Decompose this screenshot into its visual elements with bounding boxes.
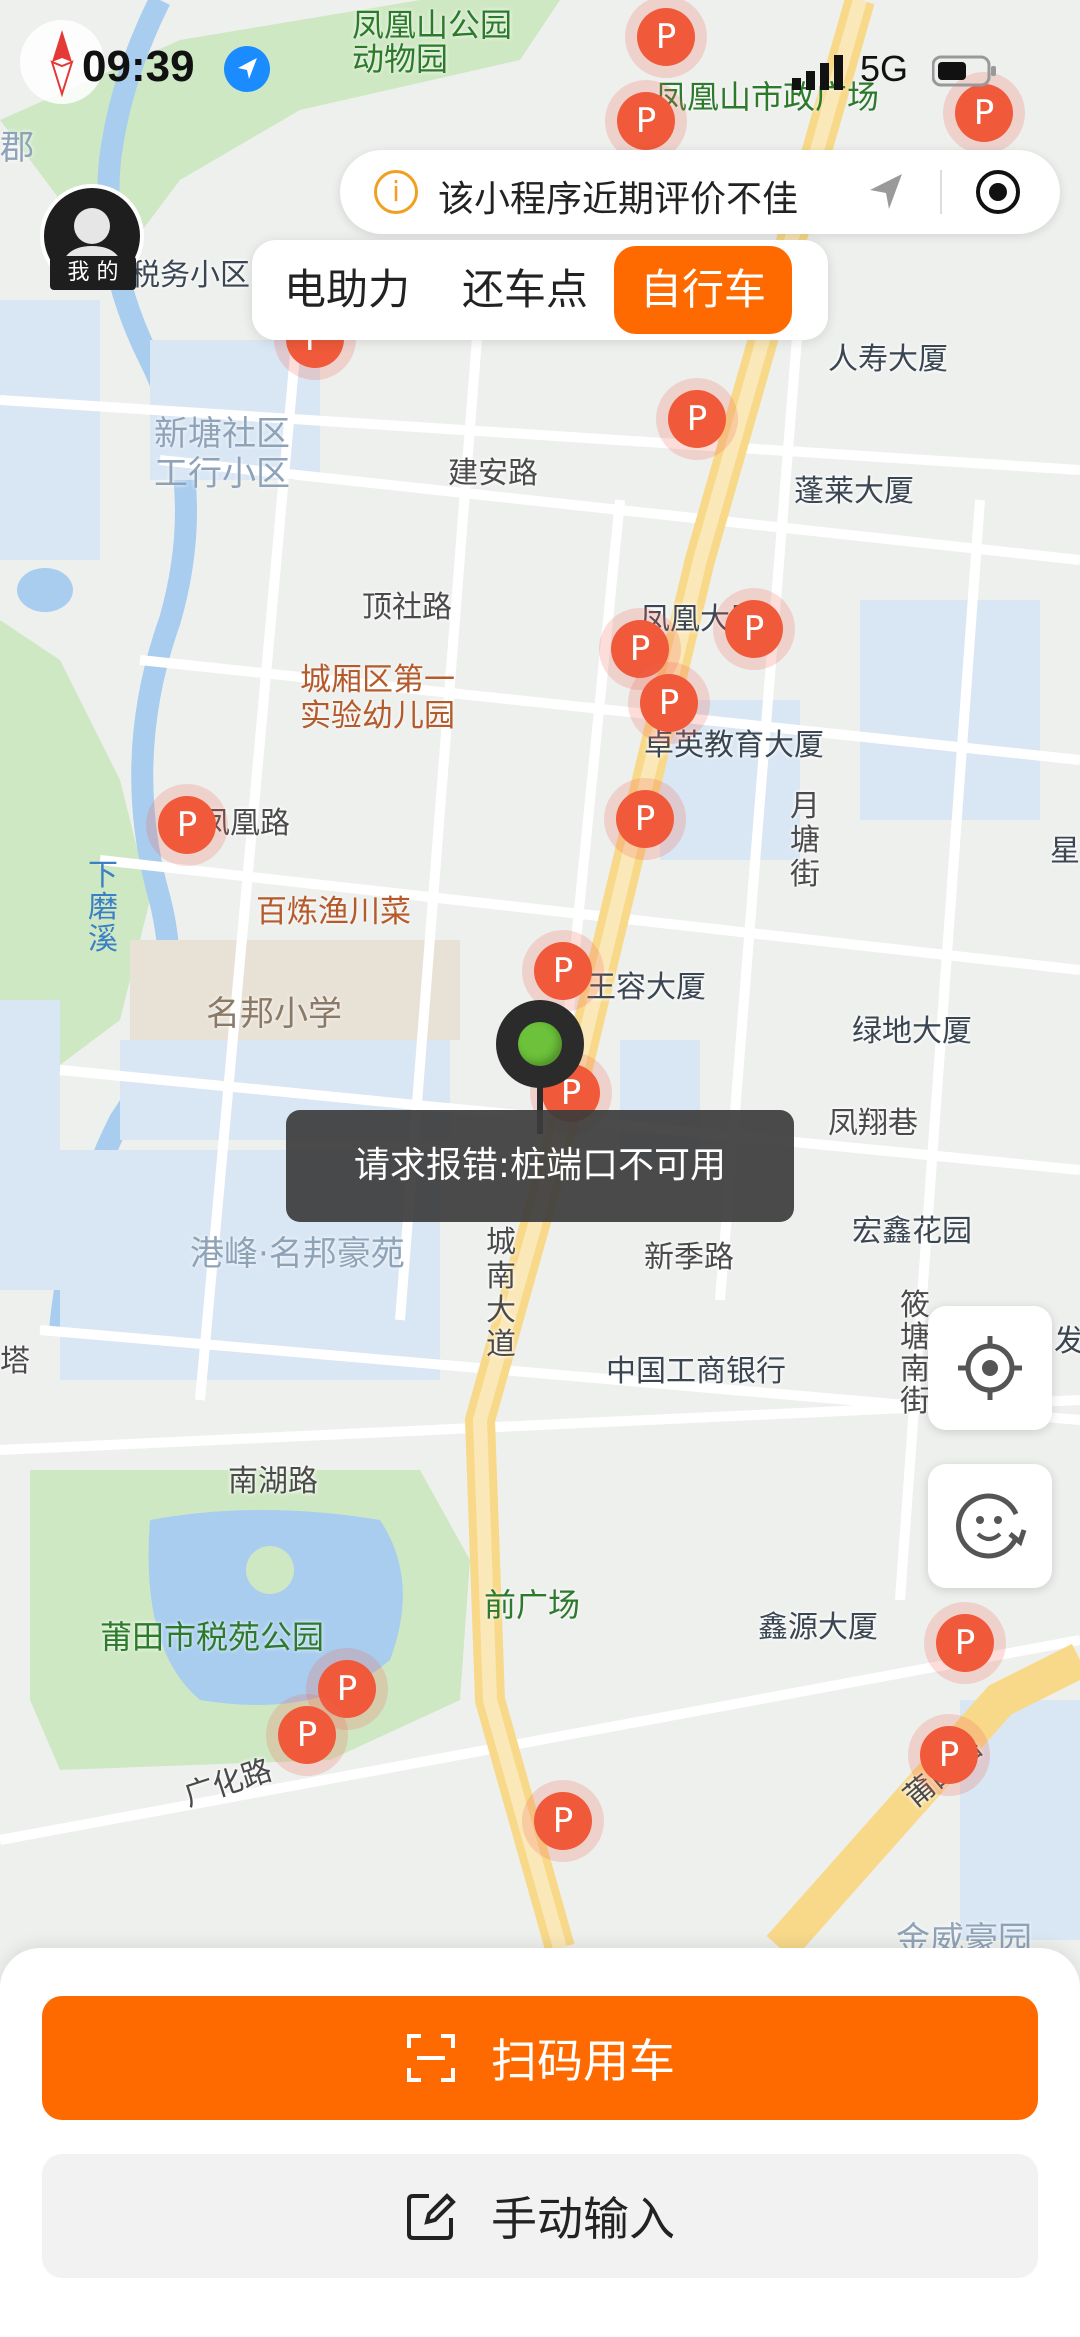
- tab-ebike[interactable]: 电助力: [258, 246, 436, 334]
- navigation-icon[interactable]: [862, 168, 910, 216]
- bottom-action-sheet: 扫码用车 手动输入: [0, 1948, 1080, 2337]
- map-label-qianguangchang: 前广场: [484, 1586, 581, 1624]
- map-label-mingbang-school: 名邦小学: [206, 994, 342, 1034]
- notice-text: 该小程序近期评价不佳: [438, 179, 799, 220]
- status-time: 09:39: [82, 42, 195, 91]
- parking-marker[interactable]: P: [668, 390, 726, 448]
- map-label-nanhu: 南湖路: [228, 1464, 318, 1499]
- tab-return-point[interactable]: 还车点: [436, 246, 614, 334]
- feedback-button[interactable]: [928, 1464, 1052, 1588]
- battery-icon: [931, 54, 998, 88]
- map-label-xinji: 新季路: [644, 1240, 734, 1275]
- map-label-restaurant: 百炼渔川菜: [256, 894, 411, 930]
- rating-notice-bar[interactable]: i 该小程序近期评价不佳: [340, 150, 1060, 234]
- map-label-shuiyuan-park: 莆田市税苑公园: [100, 1618, 325, 1656]
- feedback-icon: [956, 1493, 1027, 1559]
- signal-icon: [790, 54, 850, 90]
- scan-icon: [407, 2034, 455, 2082]
- map-label-kindergarten: 城厢区第一 实验幼儿园: [300, 662, 455, 734]
- map-label-xinyuan: 鑫源大厦: [758, 1610, 878, 1645]
- locate-button[interactable]: [928, 1306, 1052, 1430]
- locate-icon: [958, 1336, 1022, 1400]
- target-icon[interactable]: [972, 166, 1024, 218]
- map-label-fengxiang: 凤翔巷: [828, 1106, 918, 1141]
- parking-marker[interactable]: P: [534, 942, 592, 1000]
- parking-marker[interactable]: P: [640, 674, 698, 732]
- map-label-hongxin: 宏鑫花园: [852, 1214, 972, 1249]
- parking-marker[interactable]: P: [158, 796, 216, 854]
- manual-label: 手动输入: [491, 2192, 675, 2246]
- map-label-gangfeng: 港峰·名邦豪苑: [190, 1234, 405, 1274]
- map-label-xing: 星: [1050, 834, 1080, 869]
- map-label-dingshe: 顶社路: [362, 590, 452, 625]
- status-bar: 09:39 5G: [0, 0, 1080, 140]
- notice-divider: [940, 170, 942, 214]
- info-icon: i: [374, 170, 418, 214]
- map-label-wangrong: 王容大厦: [586, 970, 706, 1005]
- map-label-yuetang: 月塘街: [790, 789, 820, 892]
- error-toast: 请求报错:桩端口不可用: [286, 1110, 794, 1222]
- map-label-fa: 发: [1054, 1324, 1080, 1359]
- map-label-lvdi: 绿地大厦: [852, 1014, 972, 1049]
- map-label-penglai: 蓬莱大厦: [794, 474, 914, 509]
- map-label-renshou: 人寿大厦: [828, 342, 948, 377]
- map-label-xiatangxi: 下磨溪: [88, 858, 118, 957]
- parking-marker[interactable]: P: [278, 1706, 336, 1764]
- parking-marker[interactable]: P: [725, 600, 783, 658]
- map-label-shuiwu: 税务小区: [130, 258, 250, 293]
- map-label-icbc: 中国工商银行: [606, 1354, 786, 1389]
- parking-marker[interactable]: P: [534, 1792, 592, 1850]
- parking-marker[interactable]: P: [611, 620, 669, 678]
- parking-marker[interactable]: P: [318, 1660, 376, 1718]
- map-label-jianan: 建安路: [448, 456, 538, 491]
- parking-marker[interactable]: P: [936, 1614, 994, 1672]
- tab-bicycle[interactable]: 自行车: [614, 246, 793, 334]
- map-label-xintang: 新塘社区 工行小区: [154, 414, 290, 494]
- my-profile-label[interactable]: 我 的: [50, 256, 136, 290]
- edit-icon: [407, 2193, 456, 2240]
- parking-marker[interactable]: P: [616, 790, 674, 848]
- parking-marker[interactable]: P: [920, 1726, 978, 1784]
- manual-input-button[interactable]: 手动输入: [42, 2154, 1038, 2278]
- map-label-ta: 塔: [0, 1344, 30, 1379]
- vehicle-type-tabs: 电助力 还车点 自行车: [252, 240, 828, 340]
- network-type: 5G: [860, 48, 909, 89]
- scan-to-ride-button[interactable]: 扫码用车: [42, 1996, 1038, 2120]
- map-label-chengnan: 城南大道: [486, 1225, 516, 1362]
- scan-label: 扫码用车: [491, 2034, 675, 2088]
- pin-dot: [518, 1022, 562, 1066]
- location-arrow-icon: [224, 46, 270, 92]
